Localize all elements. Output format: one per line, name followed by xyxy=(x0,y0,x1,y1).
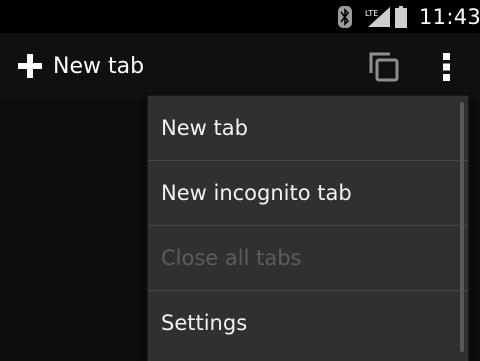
overflow-menu-button[interactable] xyxy=(432,48,462,86)
lte-signal-icon: LTE xyxy=(364,0,392,33)
tab-switcher-button[interactable] xyxy=(364,48,404,86)
menu-item-label: New incognito tab xyxy=(161,181,352,205)
overflow-menu-icon xyxy=(443,53,450,81)
menu-item-label: Settings xyxy=(161,311,248,335)
menu-item-close-all-tabs: Close all tabs xyxy=(148,226,468,290)
new-tab-label: New tab xyxy=(53,53,145,79)
tab-switcher-icon xyxy=(369,52,399,82)
menu-scrollbar[interactable] xyxy=(460,102,464,352)
lte-label: LTE xyxy=(365,9,378,18)
menu-item-label: Close all tabs xyxy=(161,246,302,270)
new-tab-button[interactable]: New tab xyxy=(17,46,144,86)
plus-icon xyxy=(18,54,42,78)
bluetooth-icon xyxy=(338,0,356,33)
status-bar: LTE 11:43 xyxy=(0,0,480,33)
overflow-menu: New tab New incognito tab Close all tabs… xyxy=(148,96,468,361)
menu-item-new-incognito-tab[interactable]: New incognito tab xyxy=(148,161,468,225)
menu-item-label: New tab xyxy=(161,116,248,140)
status-clock: 11:43 xyxy=(419,5,480,29)
menu-item-new-tab[interactable]: New tab xyxy=(148,96,468,160)
menu-item-settings[interactable]: Settings xyxy=(148,291,468,355)
action-bar: New tab xyxy=(0,33,480,99)
battery-icon xyxy=(395,0,409,33)
